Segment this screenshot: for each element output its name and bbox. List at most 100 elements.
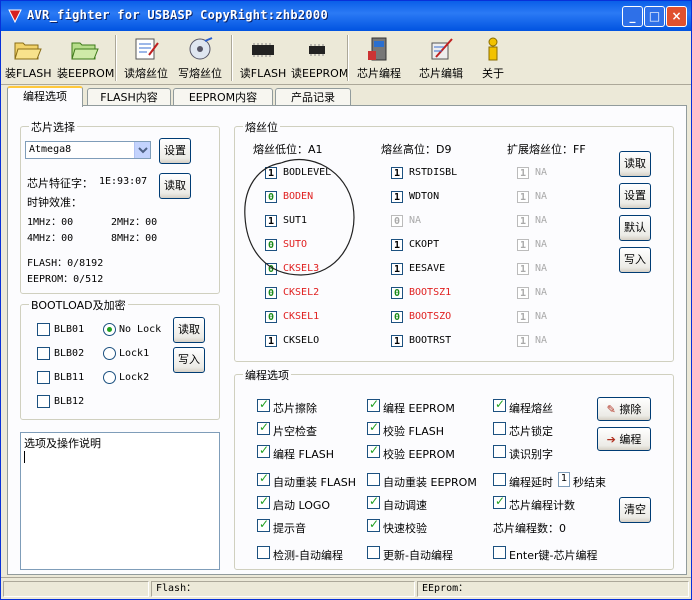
blb11-checkbox[interactable] [37,371,50,384]
option-label: 提示音 [273,522,306,535]
clear-button[interactable]: 清空 [619,497,651,523]
lock-write-button[interactable]: 写入 [173,347,205,373]
chip-read-button[interactable]: 读取 [159,173,191,199]
option-checkbox[interactable] [257,517,270,532]
option-checkbox[interactable] [257,443,270,458]
no-lock-label: No Lock [119,324,162,335]
read-flash-button[interactable]: 读FLASH [239,33,287,83]
option-checkbox[interactable] [257,397,270,412]
option-label: 更新-自动编程 [383,549,453,562]
option-checkbox[interactable] [257,471,270,486]
tab-product-record[interactable]: 产品记录 [275,88,351,106]
delay-suffix: 秒结束 [573,476,606,489]
toolbar: 装FLASH 装EEPROM 读熔丝位 写熔丝位 读FLASH 读EEPROM … [1,31,691,85]
option-checkbox[interactable] [493,546,506,559]
fuse-high-bit-box[interactable]: 0 [391,287,403,299]
notes-textarea[interactable]: 选项及操作说明 [20,432,220,570]
about-icon [488,37,498,61]
option-checkbox[interactable] [367,494,380,509]
fuse-ext-bit-box[interactable]: 1 [517,167,529,179]
fuse-high-bit-box[interactable]: 1 [391,191,403,203]
option-checkbox[interactable] [367,397,380,412]
status-bar: Flash： EEprom： [1,577,691,599]
fuse-low-bit-box[interactable]: 0 [265,287,277,299]
read-fuse-button[interactable]: 读熔丝位 [121,33,171,83]
blb12-checkbox[interactable] [37,395,50,408]
option-checkbox[interactable] [493,397,506,412]
fuse-low-bit-box[interactable]: 1 [265,335,277,347]
option-checkbox[interactable] [367,420,380,435]
fuse-write-button[interactable]: 写入 [619,247,651,273]
option-checkbox[interactable] [257,494,270,509]
option-label: 检测-自动编程 [273,549,343,562]
delay-input[interactable]: 1 [558,472,570,487]
option-checkbox[interactable] [367,517,380,532]
tab-program-options[interactable]: 编程选项 [7,86,83,107]
fuse-ext-bit-box[interactable]: 1 [517,215,529,227]
osc-2mhz: 2MHz：00 [111,217,158,228]
fuse-read-button[interactable]: 读取 [619,151,651,177]
lock1-radio[interactable] [103,347,116,360]
chip-dropdown[interactable]: Atmega8 [25,141,151,159]
window-title: AVR_fighter for USBASP CopyRight:zhb2000 [27,8,328,22]
no-lock-radio[interactable] [103,323,116,336]
program-chip-button[interactable]: 芯片编程 [353,33,405,83]
delay-checkbox[interactable] [493,473,506,486]
lock2-radio[interactable] [103,371,116,384]
fuse-ext-bit-box[interactable]: 1 [517,239,529,251]
write-fuse-button[interactable]: 写熔丝位 [175,33,225,83]
fuse-low-bit-box[interactable]: 0 [265,311,277,323]
option-checkbox[interactable] [367,473,380,486]
fuse-high-bit-box[interactable]: 0 [391,215,403,227]
close-button[interactable]: × [666,6,687,27]
folder-open-icon [71,42,99,60]
fuse-ext-bit-name: NA [535,191,548,202]
chip-dropdown-value: Atmega8 [29,144,72,155]
blb02-checkbox[interactable] [37,347,50,360]
fuse-ext-bit-box[interactable]: 1 [517,191,529,203]
fuse-ext-bit-box[interactable]: 1 [517,311,529,323]
tab-eeprom-content[interactable]: EEPROM内容 [173,88,273,106]
minimize-button[interactable]: _ [622,6,643,27]
fuse-high-bit-box[interactable]: 1 [391,335,403,347]
status-flash: Flash： [151,581,415,597]
edit-chip-button[interactable]: 芯片编辑 [415,33,467,83]
write-fuse-icon [189,37,213,60]
program-button[interactable]: ➔ 编程 [597,427,651,451]
option-checkbox[interactable] [367,546,380,559]
fuse-high-bit-box[interactable]: 1 [391,167,403,179]
delay-label: 编程延时 [509,476,553,489]
option-checkbox[interactable] [257,420,270,435]
fuse-set-button[interactable]: 设置 [619,183,651,209]
option-checkbox[interactable] [493,422,506,435]
blb11-label: BLB11 [54,372,85,383]
chip-set-button[interactable]: 设置 [159,138,191,164]
option-checkbox[interactable] [257,546,270,559]
lock-read-button[interactable]: 读取 [173,317,205,343]
option-checkbox[interactable] [367,443,380,458]
fuse-ext-label: 扩展熔丝位：FF [507,143,586,156]
fuse-high-bit-box[interactable]: 0 [391,311,403,323]
fuse-default-button[interactable]: 默认 [619,215,651,241]
read-eeprom-button[interactable]: 读EEPROM [291,33,348,83]
option-checkbox[interactable] [493,494,506,509]
load-flash-button[interactable]: 装FLASH [5,33,52,83]
fuse-high-bit-box[interactable]: 1 [391,263,403,275]
flash-size: FLASH：0/8192 [27,258,104,269]
fuse-ext-bit-box[interactable]: 1 [517,263,529,275]
fuse-low-bit-name: CKSEL2 [283,287,320,298]
title-bar: AVR_fighter for USBASP CopyRight:zhb2000… [1,1,691,31]
tab-flash-content[interactable]: FLASH内容 [87,88,171,106]
fuse-high-bit-box[interactable]: 1 [391,239,403,251]
maximize-button[interactable]: □ [644,6,665,27]
about-button[interactable]: 关于 [475,33,511,83]
erase-button[interactable]: ✎ 擦除 [597,397,651,421]
fuse-ext-bit-box[interactable]: 1 [517,335,529,347]
load-eeprom-button[interactable]: 装EEPROM [57,33,115,83]
chevron-down-icon[interactable] [134,142,150,158]
load-eeprom-label: 装EEPROM [57,67,115,80]
chip-read-icon [252,43,274,57]
blb01-checkbox[interactable] [37,323,50,336]
fuse-ext-bit-box[interactable]: 1 [517,287,529,299]
option-checkbox[interactable] [493,445,506,458]
